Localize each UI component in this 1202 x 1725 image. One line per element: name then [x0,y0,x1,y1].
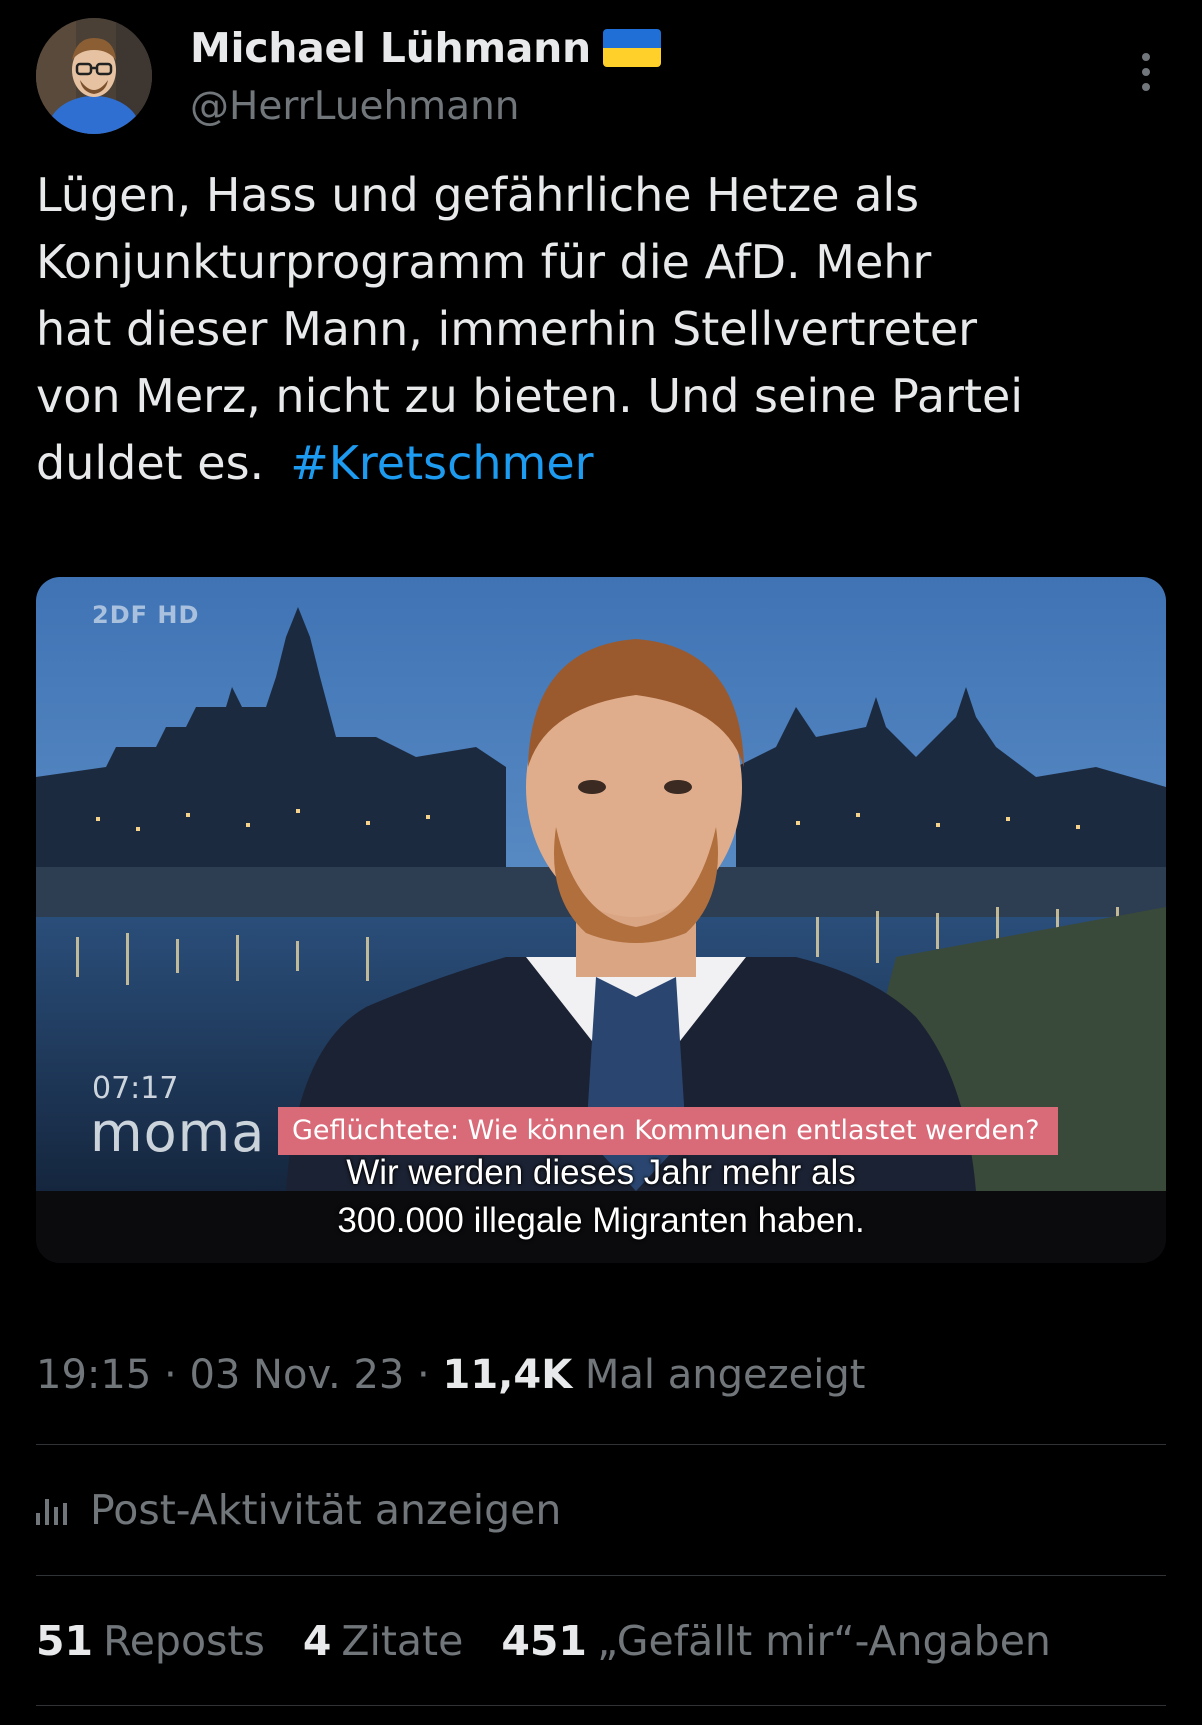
likes-count: 451 [501,1617,587,1665]
display-name[interactable]: Michael Lühmann [190,24,591,72]
avatar-image [36,18,152,134]
reposts-label: Reposts [103,1617,265,1665]
likes-label: „Gefällt mir“-Angaben [596,1617,1051,1665]
quotes-label: Zitate [341,1617,464,1665]
divider [36,1705,1166,1706]
tweet-line: Konjunkturprogramm für die AfD. Mehr [36,235,932,289]
quotes-count: 4 [302,1617,332,1665]
user-handle[interactable]: @HerrLuehmann [190,84,520,129]
more-options-icon[interactable] [1126,42,1166,102]
views-count: 11,4K [442,1352,573,1398]
tweet-line-text: duldet es. [36,436,265,490]
reposts-stat[interactable]: 51 Reposts [36,1617,265,1665]
quotes-stat[interactable]: 4 Zitate [303,1617,464,1665]
post-activity-link[interactable]: Post-Aktivität anzeigen [36,1486,561,1534]
ukraine-flag-icon [602,29,661,67]
video-thumbnail[interactable]: 2DF HD 07:17 moma Geflüchtete: Wie könne… [36,577,1166,1263]
likes-stat[interactable]: 451 „Gefällt mir“-Angaben [501,1617,1051,1665]
tweet-header: Michael Lühmann @HerrLuehmann [36,18,1166,138]
tweet-meta: 19:15 · 03 Nov. 23 · 11,4K Mal angezeigt [36,1352,865,1398]
subtitle-line: 300.000 illegale Migranten haben. [337,1201,865,1240]
bar-chart-icon [36,1495,72,1525]
tweet-line: Lügen, Hass und gefährliche Hetze als [36,168,920,222]
tweet-date[interactable]: 03 Nov. 23 [189,1352,404,1398]
views-label: Mal angezeigt [572,1352,866,1398]
reposts-count: 51 [36,1617,94,1665]
meta-separator: · [151,1352,190,1398]
display-name-row: Michael Lühmann [190,24,661,72]
tweet-line-last: duldet es. #Kretschmer [36,430,1166,497]
engagement-stats: 51 Reposts 4 Zitate 451 „Gefällt mir“-Angab… [36,1617,1051,1665]
lower-third-banner: Geflüchtete: Wie können Kommunen entlast… [278,1107,1058,1155]
tweet-line: von Merz, nicht zu bieten. Und seine Par… [36,369,1024,423]
tweet-line: hat dieser Mann, immerhin Stellvertreter [36,302,978,356]
divider [36,1575,1166,1576]
hashtag-link[interactable]: #Kretschmer [290,436,593,490]
subtitle-line: Wir werden dieses Jahr mehr als [346,1153,856,1192]
post-activity-label: Post-Aktivität anzeigen [90,1486,562,1534]
tweet-text: Lügen, Hass und gefährliche Hetze als Ko… [36,162,1166,497]
meta-separator: · [404,1352,443,1398]
tweet-time[interactable]: 19:15 [36,1352,151,1398]
divider [36,1444,1166,1445]
channel-logo: 2DF HD [92,601,200,629]
avatar[interactable] [36,18,152,134]
